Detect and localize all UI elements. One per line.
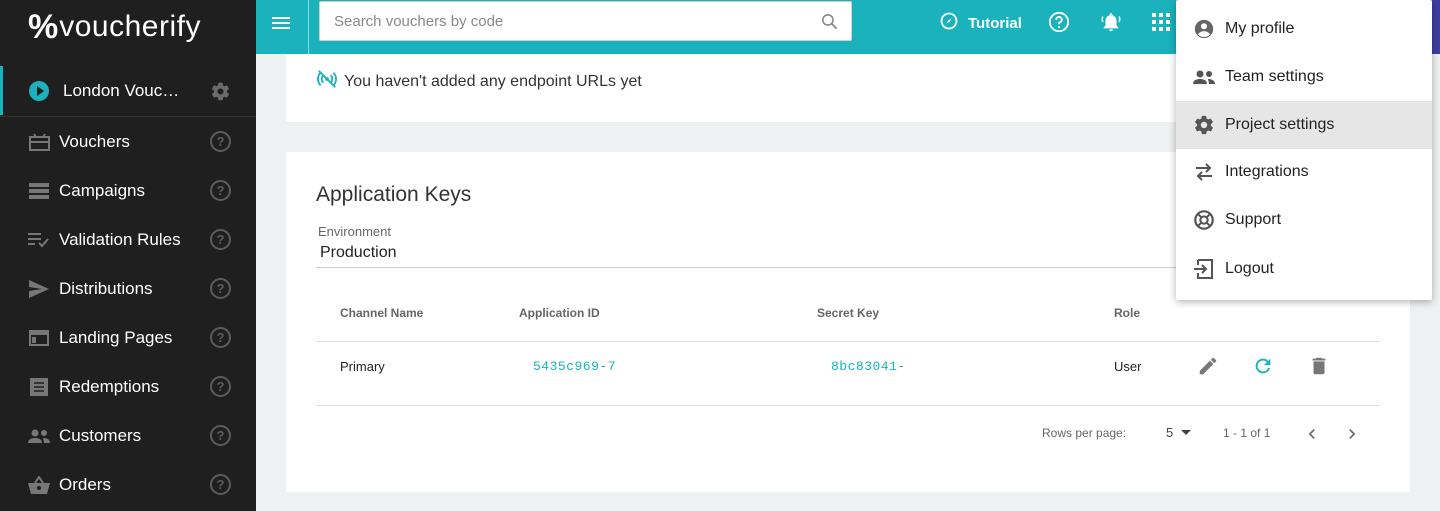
- play-icon: [29, 80, 49, 101]
- apps-grid-icon[interactable]: [1152, 13, 1170, 36]
- divider: [316, 341, 1380, 342]
- column-header-role[interactable]: Role: [1114, 306, 1140, 320]
- rows-per-page-select[interactable]: 5: [1166, 425, 1192, 440]
- web-page-icon: [28, 327, 50, 349]
- caret-down-icon: [1181, 430, 1192, 435]
- send-icon: [28, 278, 50, 300]
- menu-item-label: My profile: [1225, 20, 1295, 37]
- project-name: London Voucherify: [63, 80, 183, 100]
- logo-text: voucherify: [59, 10, 201, 43]
- help-icon[interactable]: ?: [210, 327, 231, 348]
- menu-item-team-settings[interactable]: Team settings: [1176, 53, 1432, 101]
- sidebar-nav: Vouchers ? Campaigns ? Validation Rules …: [0, 116, 256, 509]
- help-icon[interactable]: ?: [210, 229, 231, 250]
- project-gear-icon[interactable]: [210, 81, 231, 107]
- help-icon[interactable]: ?: [210, 474, 231, 495]
- search-input[interactable]: [334, 12, 804, 30]
- help-circle-icon[interactable]: [1048, 11, 1070, 38]
- no-signal-icon: [316, 68, 338, 95]
- sidebar-item-label: Customers: [59, 425, 142, 445]
- page-range: 1 - 1 of 1: [1223, 426, 1271, 440]
- menu-item-logout[interactable]: Logout: [1176, 245, 1432, 293]
- cell-application-id[interactable]: 5435c969-7: [533, 359, 616, 374]
- tutorial-label: Tutorial: [968, 14, 1022, 32]
- column-header-secret-key[interactable]: Secret Key: [817, 306, 879, 320]
- campaigns-icon: [28, 180, 50, 202]
- menu-item-label: Integrations: [1225, 163, 1309, 180]
- project-switcher[interactable]: London Voucherify: [0, 66, 256, 115]
- section-title: Application Keys: [316, 183, 472, 206]
- environment-label: Environment: [318, 224, 391, 239]
- sidebar-item-label: Campaigns: [59, 180, 145, 200]
- help-icon[interactable]: ?: [210, 376, 231, 397]
- delete-icon[interactable]: [1308, 355, 1330, 382]
- menu-item-integrations[interactable]: Integrations: [1176, 148, 1432, 196]
- lifebuoy-icon: [1192, 208, 1216, 232]
- sidebar-item-label: Vouchers: [59, 131, 130, 151]
- sidebar-item-redemptions[interactable]: Redemptions ?: [0, 362, 256, 411]
- cell-secret-key[interactable]: 8bc83041-: [831, 359, 906, 374]
- sidebar-item-vouchers[interactable]: Vouchers ?: [0, 117, 256, 166]
- cell-role: User: [1114, 359, 1142, 374]
- environment-select[interactable]: Production: [320, 244, 397, 262]
- account-circle-icon: [1192, 17, 1216, 41]
- sidebar-item-label: Redemptions: [59, 376, 160, 396]
- rows-per-page-value: 5: [1166, 425, 1174, 440]
- basket-icon: [28, 474, 50, 496]
- column-header-application-id[interactable]: Application ID: [519, 306, 600, 320]
- help-icon[interactable]: ?: [210, 425, 231, 446]
- menu-item-label: Logout: [1225, 260, 1274, 277]
- help-icon[interactable]: ?: [210, 180, 231, 201]
- sidebar-item-label: Orders: [59, 474, 111, 494]
- tutorial-button[interactable]: Tutorial: [940, 12, 1022, 34]
- sidebar: % voucherify London Voucherify Vouchers …: [0, 0, 256, 511]
- receipt-icon: [28, 376, 50, 398]
- logo-mark: %: [28, 7, 58, 46]
- search-box: [319, 1, 852, 41]
- refresh-icon[interactable]: [1252, 355, 1274, 382]
- window-edge: [1432, 0, 1440, 54]
- logo[interactable]: % voucherify: [0, 0, 256, 54]
- logout-icon: [1192, 257, 1216, 281]
- compass-icon: [940, 12, 958, 34]
- help-icon[interactable]: ?: [210, 278, 231, 299]
- sidebar-item-landing-pages[interactable]: Landing Pages ?: [0, 313, 256, 362]
- divider: [308, 0, 309, 54]
- menu-item-label: Support: [1225, 211, 1282, 228]
- bell-icon[interactable]: [1100, 10, 1122, 39]
- sidebar-item-customers[interactable]: Customers ?: [0, 411, 256, 460]
- sidebar-item-label: Validation Rules: [59, 229, 181, 249]
- user-menu: My profile Team settings Project setting…: [1176, 0, 1432, 300]
- gear-icon: [1192, 113, 1216, 137]
- gift-card-icon: [28, 131, 50, 153]
- menu-icon[interactable]: [272, 14, 292, 34]
- menu-item-label: Team settings: [1225, 68, 1324, 85]
- cell-channel: Primary: [340, 359, 385, 374]
- column-header-channel[interactable]: Channel Name: [340, 306, 423, 320]
- divider: [316, 405, 1380, 406]
- sidebar-item-campaigns[interactable]: Campaigns ?: [0, 166, 256, 215]
- team-icon: [1192, 65, 1216, 89]
- empty-endpoints-text: You haven't added any endpoint URLs yet: [344, 72, 642, 90]
- chevron-right-icon[interactable]: [1342, 424, 1362, 449]
- checklist-icon: [28, 229, 50, 251]
- chevron-left-icon[interactable]: [1302, 424, 1322, 449]
- menu-item-my-profile[interactable]: My profile: [1176, 5, 1432, 53]
- rows-per-page-label: Rows per page:: [1042, 426, 1127, 440]
- sidebar-item-label: Landing Pages: [59, 327, 173, 347]
- menu-item-project-settings[interactable]: Project settings: [1176, 101, 1432, 149]
- menu-item-label: Project settings: [1225, 116, 1335, 133]
- search-icon[interactable]: [820, 12, 839, 36]
- sidebar-item-validation-rules[interactable]: Validation Rules ?: [0, 215, 256, 264]
- sidebar-item-orders[interactable]: Orders ?: [0, 460, 256, 509]
- menu-item-support[interactable]: Support: [1176, 196, 1432, 244]
- sidebar-item-distributions[interactable]: Distributions ?: [0, 264, 256, 313]
- swap-arrows-icon: [1192, 160, 1216, 184]
- empty-endpoints-message: You haven't added any endpoint URLs yet: [316, 68, 642, 95]
- sidebar-item-label: Distributions: [59, 278, 153, 298]
- people-icon: [28, 425, 50, 447]
- edit-icon[interactable]: [1197, 355, 1219, 382]
- help-icon[interactable]: ?: [210, 131, 231, 152]
